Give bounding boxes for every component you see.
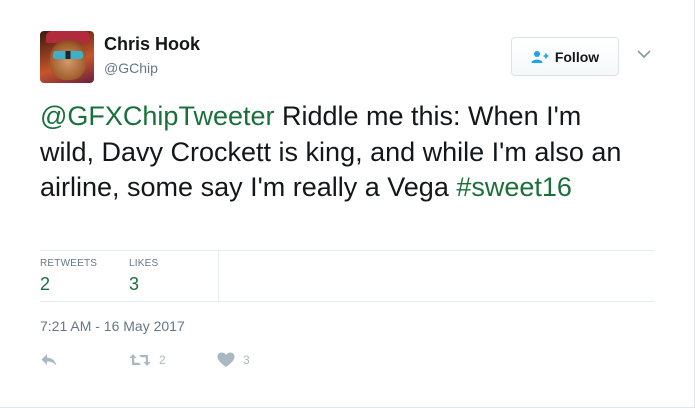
like-count: 3 — [243, 353, 250, 367]
avatar-glasses — [53, 51, 83, 59]
stats-separator — [218, 251, 219, 301]
follow-user-icon — [531, 50, 549, 63]
avatar-face — [50, 40, 86, 80]
likes-stat[interactable]: LIKES 3 — [129, 258, 158, 295]
retweets-value: 2 — [40, 274, 51, 294]
retweet-icon — [129, 354, 151, 366]
avatar[interactable] — [40, 31, 94, 83]
likes-value: 3 — [129, 274, 140, 294]
tweet-text: @GFXChipTweeter Riddle me this: When I'm… — [40, 99, 640, 206]
reply-icon — [41, 354, 57, 366]
retweet-count: 2 — [159, 353, 166, 367]
user-handle[interactable]: @GChip — [104, 60, 158, 76]
reply-button[interactable] — [40, 353, 58, 367]
follow-button[interactable]: Follow — [511, 37, 619, 76]
likes-label: LIKES — [129, 258, 159, 269]
tweet-card: Chris Hook @GChip Follow @GFXChipTweeter… — [0, 0, 695, 408]
divider-bottom — [40, 301, 654, 302]
divider-top — [40, 250, 654, 251]
follow-label: Follow — [554, 48, 600, 65]
heart-icon — [217, 352, 235, 367]
retweet-button[interactable]: 2 — [129, 353, 166, 367]
chevron-down-icon[interactable] — [636, 48, 652, 60]
retweets-label: RETWEETS — [40, 258, 98, 269]
like-button[interactable]: 3 — [217, 352, 250, 368]
user-name[interactable]: Chris Hook — [104, 34, 200, 55]
mention-link[interactable]: @GFXChipTweeter — [40, 101, 274, 131]
retweets-stat[interactable]: RETWEETS 2 — [40, 258, 97, 295]
timestamp[interactable]: 7:21 AM - 16 May 2017 — [40, 318, 185, 334]
hashtag-link[interactable]: #sweet16 — [456, 172, 572, 202]
